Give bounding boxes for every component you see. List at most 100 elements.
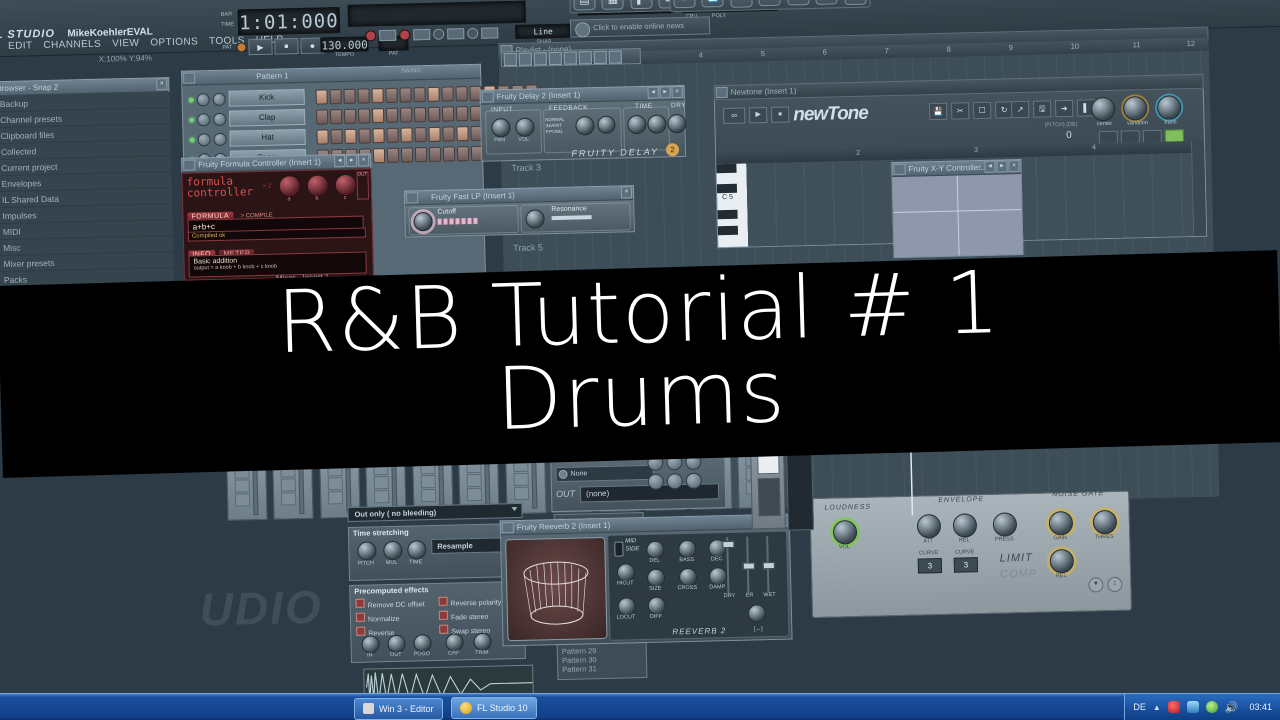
volume-knob[interactable] bbox=[213, 112, 227, 126]
reverb-sliders[interactable]: DRY ER WET bbox=[722, 536, 781, 599]
channel-led[interactable] bbox=[189, 117, 195, 123]
loudness-vol-knob[interactable] bbox=[832, 520, 858, 545]
pointer-icon[interactable]: ➜ bbox=[1054, 99, 1074, 118]
delay-modes[interactable]: NORMAL INVERT P.PONG bbox=[545, 117, 565, 135]
pattern-led[interactable] bbox=[236, 42, 247, 53]
checkbox[interactable] bbox=[355, 612, 366, 622]
delay-window-buttons[interactable]: ◂ ▸ × bbox=[647, 85, 683, 99]
reverb-menu-icon[interactable] bbox=[501, 522, 514, 534]
channel-name[interactable]: Kick bbox=[228, 88, 305, 107]
cross-knob[interactable] bbox=[678, 567, 698, 587]
pitch-knob[interactable] bbox=[357, 541, 377, 561]
undo-icon[interactable]: ↻ bbox=[673, 0, 696, 9]
diff-knob[interactable] bbox=[647, 596, 666, 615]
xy-window-buttons[interactable]: ◂ ▸ × bbox=[984, 160, 1020, 173]
volume-knob[interactable] bbox=[212, 92, 226, 106]
newtone-transport[interactable]: ∞ ▶ ■ bbox=[723, 106, 790, 125]
press-knob[interactable] bbox=[992, 512, 1018, 537]
chevron-down-icon[interactable]: ▾ bbox=[1088, 577, 1104, 593]
pan-knob[interactable] bbox=[196, 92, 210, 106]
bleeding-dropdown[interactable]: Out only ( no bleeding) bbox=[347, 502, 523, 523]
mid-side-switch[interactable] bbox=[614, 541, 624, 557]
newtone-edit-tools[interactable]: 💾 ✂ ☐ ↻ bbox=[928, 101, 1014, 121]
track-label-5[interactable]: Track 5 bbox=[513, 242, 543, 253]
checkbox[interactable] bbox=[356, 626, 366, 636]
variation-knob[interactable] bbox=[1122, 96, 1148, 121]
antivirus-icon[interactable] bbox=[1167, 701, 1180, 713]
transport-buttons[interactable]: PAT ▶ ■ ● bbox=[222, 37, 325, 56]
knob-b[interactable] bbox=[306, 174, 330, 197]
select-icon[interactable]: ☐ bbox=[972, 101, 992, 120]
fruity-delay-window[interactable]: Fruity Delay 2 (Insert 1) ◂ ▸ × INPUT PAN … bbox=[479, 84, 687, 162]
fruity-fastlp-window[interactable]: Fruity Fast LP (Insert 1) × Cutoff Reson… bbox=[403, 185, 635, 238]
formula-menu-icon[interactable] bbox=[183, 159, 196, 171]
taskbar-buttons[interactable]: Win 3 - Editor FL Studio 10 bbox=[352, 694, 539, 720]
save-as-icon[interactable]: 🖫 bbox=[730, 0, 753, 8]
menu-view[interactable]: VIEW bbox=[112, 38, 139, 50]
out-knob[interactable] bbox=[387, 634, 406, 654]
time-stretching-section[interactable]: Time stretching PITCH MUL TIME Resample bbox=[347, 522, 525, 581]
step-icon[interactable] bbox=[413, 28, 431, 41]
repeat-icon[interactable] bbox=[467, 27, 479, 40]
knob-c[interactable] bbox=[334, 173, 358, 197]
help-icon[interactable]: ? bbox=[843, 0, 867, 5]
taskbar-item-fl-studio[interactable]: FL Studio 10 bbox=[450, 697, 537, 719]
loop-icon[interactable]: ∞ bbox=[723, 107, 746, 125]
in-knob[interactable] bbox=[361, 635, 380, 654]
er-slider-handle[interactable] bbox=[742, 562, 755, 570]
xy-controller-window[interactable]: Fruity X-Y Controller... ◂ ▸ × bbox=[891, 159, 1024, 259]
knob[interactable] bbox=[666, 473, 684, 490]
center-knob[interactable] bbox=[1090, 96, 1116, 122]
reverb-room-visual[interactable] bbox=[505, 536, 608, 642]
chevron-down-icon[interactable] bbox=[511, 506, 518, 512]
tray-clock[interactable]: 03:41 bbox=[1249, 702, 1272, 712]
stop-icon[interactable]: ■ bbox=[771, 106, 790, 123]
cut-icon[interactable]: ✂ bbox=[758, 0, 782, 7]
channel-led[interactable] bbox=[189, 137, 195, 143]
menu-channels[interactable]: CHANNELS bbox=[43, 39, 101, 51]
xy-pad[interactable] bbox=[891, 174, 1024, 259]
hicut-knob[interactable] bbox=[616, 563, 636, 582]
trim-knob[interactable] bbox=[473, 632, 492, 652]
note-icon[interactable] bbox=[447, 28, 465, 40]
track-label-3[interactable]: Track 3 bbox=[511, 162, 541, 173]
wet-slider-handle[interactable] bbox=[762, 561, 775, 570]
volume-icon[interactable]: 🔊 bbox=[1225, 701, 1239, 714]
precomputed-effects-section[interactable]: Precomputed effects Remove DC offset Nor… bbox=[349, 580, 526, 663]
slide-icon[interactable] bbox=[433, 28, 445, 40]
fastlp-window-buttons[interactable]: × bbox=[620, 186, 633, 199]
paint-icon[interactable] bbox=[518, 52, 532, 66]
mute-icon[interactable] bbox=[548, 51, 562, 65]
online-news-bar[interactable]: Click to enable online news bbox=[569, 16, 711, 38]
curve-icon[interactable]: ↗ bbox=[1010, 100, 1030, 119]
scissors-icon[interactable]: ✂ bbox=[950, 102, 970, 120]
precomputed-col1[interactable]: Remove DC offset Normalize Reverse bbox=[355, 597, 426, 641]
delay-body[interactable]: INPUT PAN VOL FEEDBACK NORMAL INVERT P.P… bbox=[479, 99, 687, 162]
tempo-display[interactable]: 130.000 bbox=[320, 36, 369, 53]
pan-knob[interactable] bbox=[197, 132, 211, 146]
browser-list[interactable]: Backup Channel presets Clipboard files C… bbox=[0, 92, 175, 309]
pattern-list-bottom[interactable]: Pattern 29 Pattern 30 Pattern 31 bbox=[556, 641, 648, 681]
chevron-updown-icon[interactable]: ↕ bbox=[1107, 576, 1123, 593]
locut-knob[interactable] bbox=[617, 597, 636, 616]
arrow-up-icon[interactable]: ▲ bbox=[1153, 703, 1161, 712]
menu-edit[interactable]: EDIT bbox=[8, 40, 33, 52]
pan-knob[interactable] bbox=[197, 112, 211, 126]
crf-knob[interactable] bbox=[445, 633, 464, 652]
browser-window-buttons[interactable]: × bbox=[156, 78, 168, 91]
delay-menu-icon[interactable] bbox=[481, 91, 494, 103]
time-knob[interactable] bbox=[407, 540, 427, 560]
gate-thres-knob[interactable] bbox=[1092, 509, 1118, 535]
time-display[interactable]: 1:01:000 bbox=[237, 7, 341, 36]
system-tray[interactable]: DE ▲ 🔊 03:41 bbox=[1124, 694, 1280, 720]
maximus-steppers[interactable]: ▾ ↕ bbox=[1088, 576, 1123, 593]
knob-a[interactable] bbox=[278, 175, 302, 198]
save-icon[interactable]: 💾 bbox=[701, 0, 725, 8]
piano-roll-icon[interactable]: ▍ bbox=[630, 0, 653, 10]
play-button[interactable]: ▶ bbox=[248, 38, 273, 56]
channel-name[interactable]: Clap bbox=[228, 108, 306, 127]
reverb-out-knob[interactable] bbox=[747, 604, 767, 623]
draw-icon[interactable] bbox=[503, 52, 517, 66]
save-icon[interactable]: 💾 bbox=[928, 102, 948, 121]
curve-value-2[interactable]: 3 bbox=[953, 557, 979, 573]
